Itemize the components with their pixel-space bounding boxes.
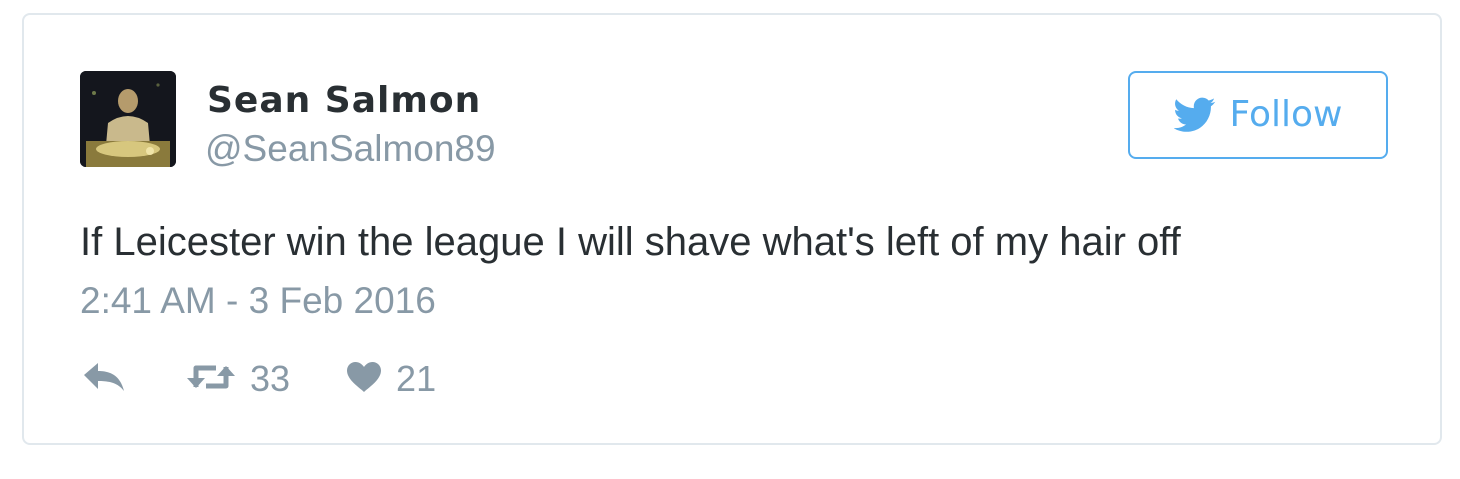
retweet-count: 33 xyxy=(250,358,291,399)
reply-button[interactable] xyxy=(82,361,126,398)
tweet-card: Sean Salmon @SeanSalmon89 Follow If Leic… xyxy=(22,13,1442,445)
author-name[interactable]: Sean Salmon xyxy=(207,79,481,123)
follow-label: Follow xyxy=(1229,94,1343,135)
follow-button[interactable]: Follow xyxy=(1128,71,1388,159)
retweet-icon xyxy=(186,361,236,398)
avatar[interactable] xyxy=(80,71,176,167)
avatar-photo xyxy=(80,71,176,167)
twitter-bird-icon xyxy=(1173,97,1216,133)
like-count: 21 xyxy=(396,358,437,399)
tweet-actions: 33 21 xyxy=(82,355,436,403)
tweet-timestamp[interactable]: 2:41 AM - 3 Feb 2016 xyxy=(80,278,436,324)
tweet-text: If Leicester win the league I will shave… xyxy=(80,220,1181,264)
author-handle[interactable]: @SeanSalmon89 xyxy=(205,127,496,171)
heart-icon xyxy=(346,361,382,398)
retweet-button[interactable]: 33 xyxy=(186,357,290,401)
reply-icon xyxy=(82,361,126,398)
like-button[interactable]: 21 xyxy=(346,357,436,401)
